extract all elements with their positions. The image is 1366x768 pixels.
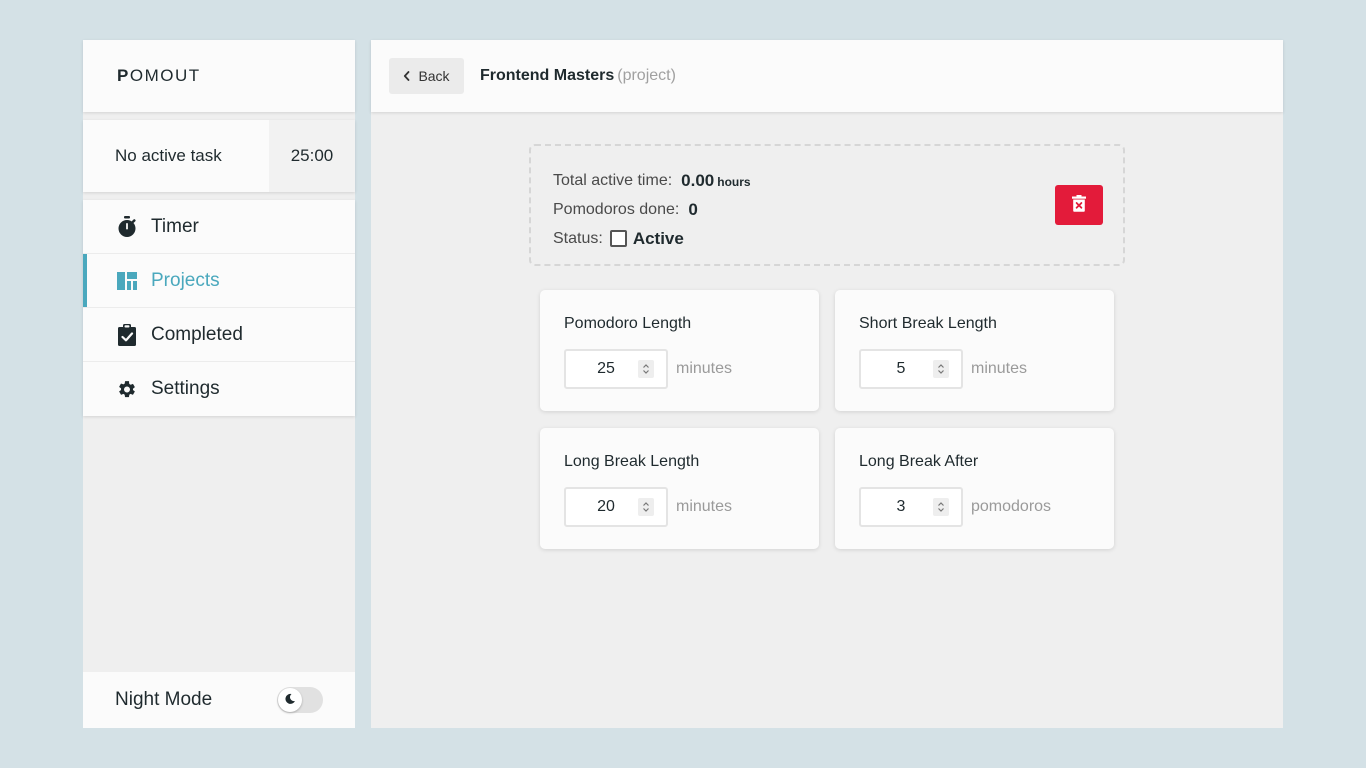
- card-title: Long Break After: [859, 453, 979, 470]
- pomodoros-row: Pomodoros done: 0: [553, 195, 1123, 224]
- chevron-left-icon: [403, 71, 410, 81]
- nav-item-label: Projects: [151, 269, 220, 291]
- input-value: 5: [896, 360, 906, 377]
- pomodoros-value: 0: [688, 199, 698, 219]
- pomodoro-length-card: Pomodoro Length 25 minutes: [540, 290, 819, 411]
- pomodoro-length-input[interactable]: 25: [564, 349, 668, 389]
- active-task-bar: No active task 25:00: [83, 120, 355, 192]
- active-task-label: No active task: [115, 146, 222, 165]
- unit-label: minutes: [971, 360, 1028, 377]
- total-time-label: Total active time:: [553, 171, 673, 189]
- short-break-length-card: Short Break Length 5 minutes: [835, 290, 1114, 411]
- long-break-after-card: Long Break After 3 pomodoros: [835, 428, 1114, 549]
- card-title: Long Break Length: [564, 453, 700, 470]
- long-break-length-card: Long Break Length 20 minutes: [540, 428, 819, 549]
- main-panel: Back Frontend Masters (project) Total ac…: [371, 40, 1283, 728]
- unit-label: pomodoros: [971, 498, 1052, 515]
- gear-icon: [117, 378, 137, 400]
- unit-label: minutes: [676, 498, 733, 515]
- sidebar: POMOUT No active task 25:00 Timer Projec…: [83, 40, 355, 728]
- spinner-icon[interactable]: [933, 498, 949, 516]
- status-label: Status:: [553, 229, 603, 247]
- clipboard-check-icon: [117, 323, 137, 346]
- unit-label: minutes: [676, 360, 733, 377]
- input-value: 3: [896, 498, 906, 515]
- project-summary: Total active time: 0.00 hours Pomodoros …: [529, 144, 1125, 266]
- delete-project-button[interactable]: [1055, 185, 1103, 225]
- stopwatch-icon: [117, 215, 137, 238]
- pomodoros-label: Pomodoros done:: [553, 200, 680, 218]
- nav-item-timer[interactable]: Timer: [83, 200, 355, 254]
- nav-item-label: Completed: [151, 323, 243, 345]
- moon-icon: [284, 689, 296, 711]
- night-mode-row: Night Mode: [83, 672, 355, 728]
- trash-icon: [1072, 195, 1086, 215]
- total-time-row: Total active time: 0.00 hours: [553, 166, 1123, 195]
- spinner-icon[interactable]: [638, 498, 654, 516]
- active-task-timer: 25:00: [269, 120, 355, 192]
- nav-item-label: Settings: [151, 378, 220, 399]
- toggle-knob: [278, 688, 302, 712]
- total-time-unit: hours: [717, 174, 751, 189]
- page-title: Frontend Masters: [480, 67, 615, 84]
- status-checkbox[interactable]: [609, 230, 627, 247]
- card-title: Pomodoro Length: [564, 315, 692, 332]
- app-logo[interactable]: POMOUT: [117, 66, 201, 86]
- nav-item-label: Timer: [151, 215, 199, 237]
- long-break-after-input[interactable]: 3: [859, 487, 963, 527]
- total-time-value: 0.00: [681, 170, 715, 190]
- status-row: Status: Active: [553, 224, 1123, 253]
- status-value[interactable]: Active: [633, 229, 684, 249]
- nav-item-settings[interactable]: Settings: [83, 362, 355, 416]
- nav-item-completed[interactable]: Completed: [83, 308, 355, 362]
- night-mode-label: Night Mode: [115, 689, 213, 710]
- short-break-length-input[interactable]: 5: [859, 349, 963, 389]
- project-header: Back Frontend Masters (project): [371, 40, 1283, 112]
- nav-item-projects[interactable]: Projects: [83, 254, 355, 308]
- input-value: 25: [597, 360, 615, 377]
- long-break-length-input[interactable]: 20: [564, 487, 668, 527]
- back-button[interactable]: Back: [389, 58, 464, 94]
- night-mode-toggle[interactable]: [277, 687, 323, 713]
- page-subtitle: (project): [617, 67, 676, 84]
- dashboard-icon: [117, 270, 137, 292]
- spinner-icon[interactable]: [933, 360, 949, 378]
- logo-box: POMOUT: [83, 40, 355, 112]
- spinner-icon[interactable]: [638, 360, 654, 378]
- back-button-label: Back: [418, 68, 450, 84]
- card-title: Short Break Length: [859, 315, 997, 332]
- input-value: 20: [597, 498, 615, 515]
- main-nav: Timer Projects Completed Settings: [83, 200, 355, 416]
